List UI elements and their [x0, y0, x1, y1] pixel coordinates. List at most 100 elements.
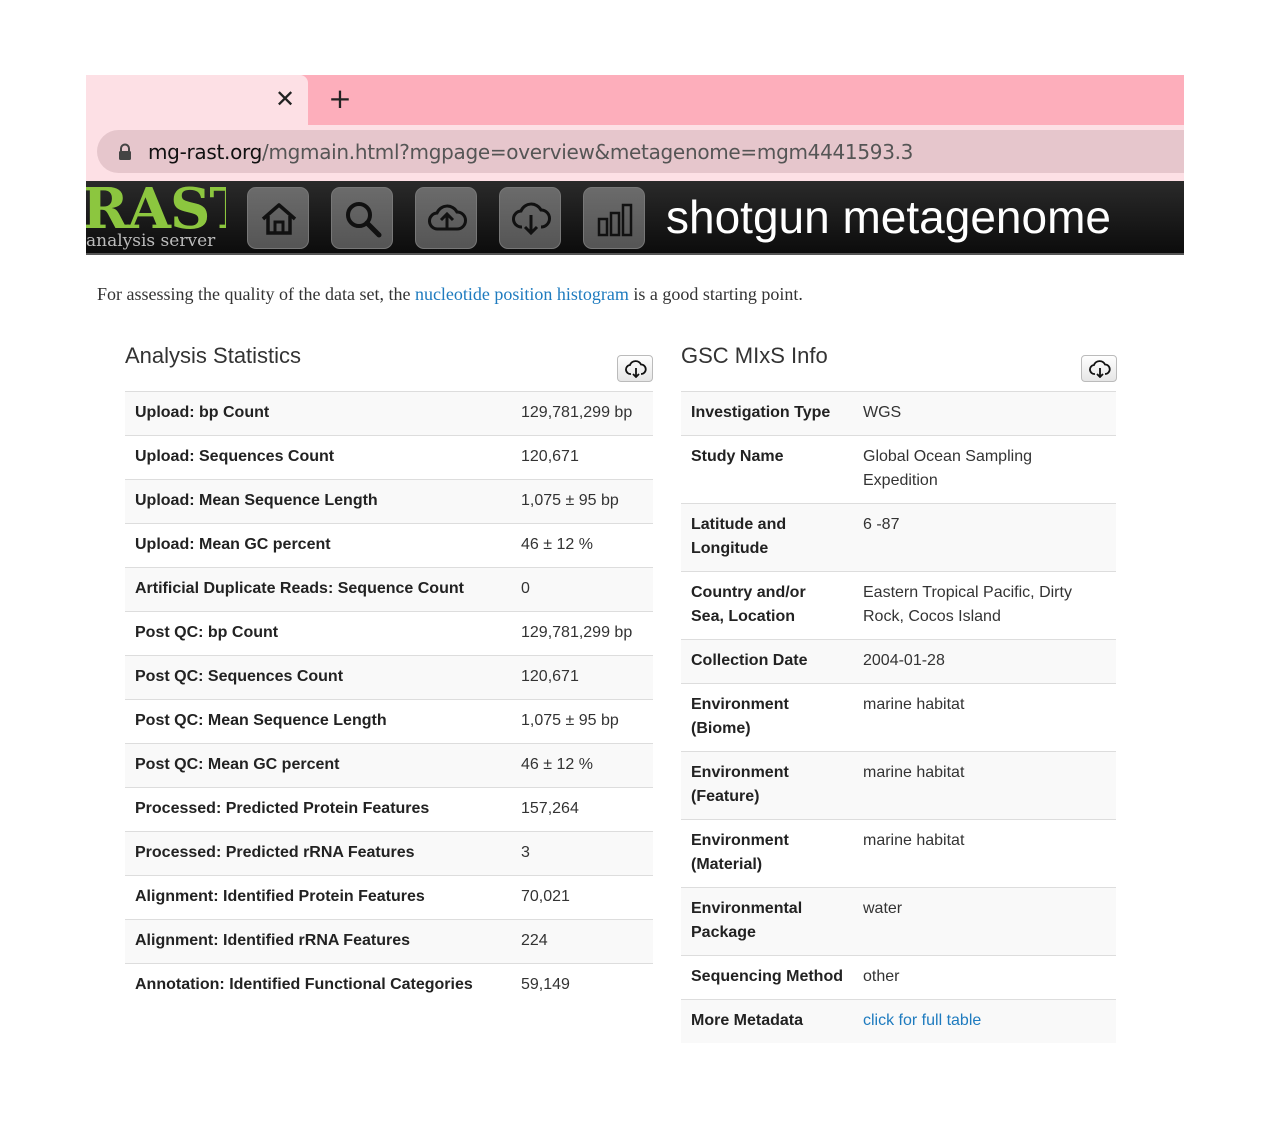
home-icon	[261, 203, 297, 235]
row-label: Environmental Package	[681, 887, 853, 956]
row-value: 2004-01-28	[853, 639, 1116, 684]
table-row: Alignment: Identified rRNA Features 224	[125, 919, 653, 964]
row-value: Global Ocean Sampling Expedition	[853, 435, 1116, 504]
url-text[interactable]: mg-rast.org/mgmain.html?mgpage=overview&…	[148, 139, 913, 165]
row-label: Artificial Duplicate Reads: Sequence Cou…	[125, 567, 511, 612]
row-value: other	[853, 955, 1116, 1000]
download-icon	[512, 202, 551, 236]
address-bar-area: mg-rast.org/mgmain.html?mgpage=overview&…	[86, 125, 1184, 181]
row-label: Sequencing Method	[681, 955, 853, 1000]
row-value: 129,781,299 bp	[511, 611, 653, 656]
intro-text-after: is a good starting point.	[628, 284, 803, 304]
row-label: Collection Date	[681, 639, 853, 684]
statistics-download-button[interactable]	[617, 355, 653, 382]
analysis-statistics-table: Upload: bp Count 129,781,299 bp Upload: Se…	[125, 391, 653, 1007]
row-label: Post QC: Mean Sequence Length	[125, 699, 511, 744]
row-value: 46 ± 12 %	[511, 523, 653, 568]
row-label: Environment (Feature)	[681, 751, 853, 820]
address-bar[interactable]: mg-rast.org/mgmain.html?mgpage=overview&…	[97, 130, 1184, 173]
row-label: Study Name	[681, 435, 853, 504]
full-table-link[interactable]: click for full table	[863, 1012, 981, 1029]
url-domain: mg-rast.org	[148, 140, 262, 164]
row-value: 46 ± 12 %	[511, 743, 653, 788]
mixs-download-button[interactable]	[1081, 355, 1117, 382]
home-button[interactable]	[247, 187, 309, 249]
table-row: Environment (Material) marine habitat	[681, 819, 1116, 888]
lock-icon	[119, 143, 131, 160]
table-row: Upload: Sequences Count 120,671	[125, 435, 653, 480]
row-value: 6 -87	[853, 503, 1116, 572]
analysis-icon	[597, 203, 633, 237]
table-row: Post QC: Mean GC percent 46 ± 12 %	[125, 743, 653, 788]
row-label: Post QC: Sequences Count	[125, 655, 511, 700]
mixs-info-title: GSC MIxS Info	[681, 343, 828, 368]
row-value: marine habitat	[853, 683, 1116, 752]
mixs-info-table: Investigation Type WGS Study Name Global Oc…	[681, 391, 1116, 1043]
table-row: Study Name Global Ocean Sampling Expediti…	[681, 435, 1116, 504]
row-value: 1,075 ± 95 bp	[511, 699, 653, 744]
row-value: water	[853, 887, 1116, 956]
table-row: Processed: Predicted rRNA Features 3	[125, 831, 653, 876]
cloud-download-icon	[1089, 360, 1111, 378]
table-row: Investigation Type WGS	[681, 391, 1116, 436]
close-icon[interactable]: ✕	[272, 86, 298, 112]
histogram-link[interactable]: nucleotide position histogram	[415, 284, 629, 304]
browser-tab-bar: ✕ +	[86, 75, 1184, 125]
cloud-download-icon	[625, 360, 647, 378]
row-label: Latitude and Longitude	[681, 503, 853, 572]
plus-icon[interactable]: +	[326, 85, 354, 113]
intro-text-before: For assessing the quality of the data se…	[97, 284, 415, 304]
table-row: Upload: Mean Sequence Length 1,075 ± 95 b…	[125, 479, 653, 524]
table-row: Environment (Feature) marine habitat	[681, 751, 1116, 820]
table-row: Annotation: Identified Functional Catego…	[125, 963, 653, 1007]
row-value: marine habitat	[853, 819, 1116, 888]
app-header: RAST analysis server	[86, 181, 1184, 255]
table-row: Processed: Predicted Protein Features 157…	[125, 787, 653, 832]
table-row: Post QC: Mean Sequence Length 1,075 ± 95 …	[125, 699, 653, 744]
table-row: Post QC: Sequences Count 120,671	[125, 655, 653, 700]
table-row: Latitude and Longitude 6 -87	[681, 503, 1116, 572]
table-row: Upload: bp Count 129,781,299 bp	[125, 391, 653, 436]
table-row: Environment (Biome) marine habitat	[681, 683, 1116, 752]
row-value: 70,021	[511, 875, 653, 920]
row-label: Alignment: Identified Protein Features	[125, 875, 511, 920]
analysis-button[interactable]	[583, 187, 645, 249]
row-value: 129,781,299 bp	[511, 391, 653, 436]
analysis-statistics-title: Analysis Statistics	[125, 343, 302, 368]
row-value: click for full table	[853, 999, 1116, 1043]
row-label: Post QC: bp Count	[125, 611, 511, 656]
table-row: Alignment: Identified Protein Features 70…	[125, 875, 653, 920]
download-button[interactable]	[499, 187, 561, 249]
row-label: Post QC: Mean GC percent	[125, 743, 511, 788]
row-value: 120,671	[511, 435, 653, 480]
search-button[interactable]	[331, 187, 393, 249]
url-path: /mgmain.html?mgpage=overview&metagenome=…	[262, 140, 914, 164]
search-icon	[346, 202, 382, 238]
upload-button[interactable]	[415, 187, 477, 249]
table-row: More Metadata click for full table	[681, 999, 1116, 1043]
table-row: Country and/or Sea, Location Eastern Trop…	[681, 571, 1116, 640]
row-label: More Metadata	[681, 999, 853, 1043]
row-value: Eastern Tropical Pacific, Dirty Rock, Co…	[853, 571, 1116, 640]
table-row: Post QC: bp Count 129,781,299 bp	[125, 611, 653, 656]
intro-text: For assessing the quality of the data se…	[97, 284, 803, 305]
table-row: Environmental Package water	[681, 887, 1116, 956]
row-label: Upload: Mean Sequence Length	[125, 479, 511, 524]
row-value: 0	[511, 567, 653, 612]
upload-icon	[428, 204, 467, 231]
row-label: Annotation: Identified Functional Catego…	[125, 963, 511, 1007]
browser-tab[interactable]: ✕	[86, 75, 308, 125]
row-label: Environment (Biome)	[681, 683, 853, 752]
row-label: Environment (Material)	[681, 819, 853, 888]
row-label: Investigation Type	[681, 391, 853, 436]
page-title: shotgun metagenome	[666, 191, 1111, 243]
row-label: Processed: Predicted rRNA Features	[125, 831, 511, 876]
row-value: WGS	[853, 391, 1116, 436]
table-row: Collection Date 2004-01-28	[681, 639, 1116, 684]
row-value: 59,149	[511, 963, 653, 1007]
mg-rast-logo[interactable]: RAST analysis server	[86, 181, 226, 255]
row-label: Upload: Sequences Count	[125, 435, 511, 480]
row-label: Upload: Mean GC percent	[125, 523, 511, 568]
row-label: Alignment: Identified rRNA Features	[125, 919, 511, 964]
row-value: 1,075 ± 95 bp	[511, 479, 653, 524]
